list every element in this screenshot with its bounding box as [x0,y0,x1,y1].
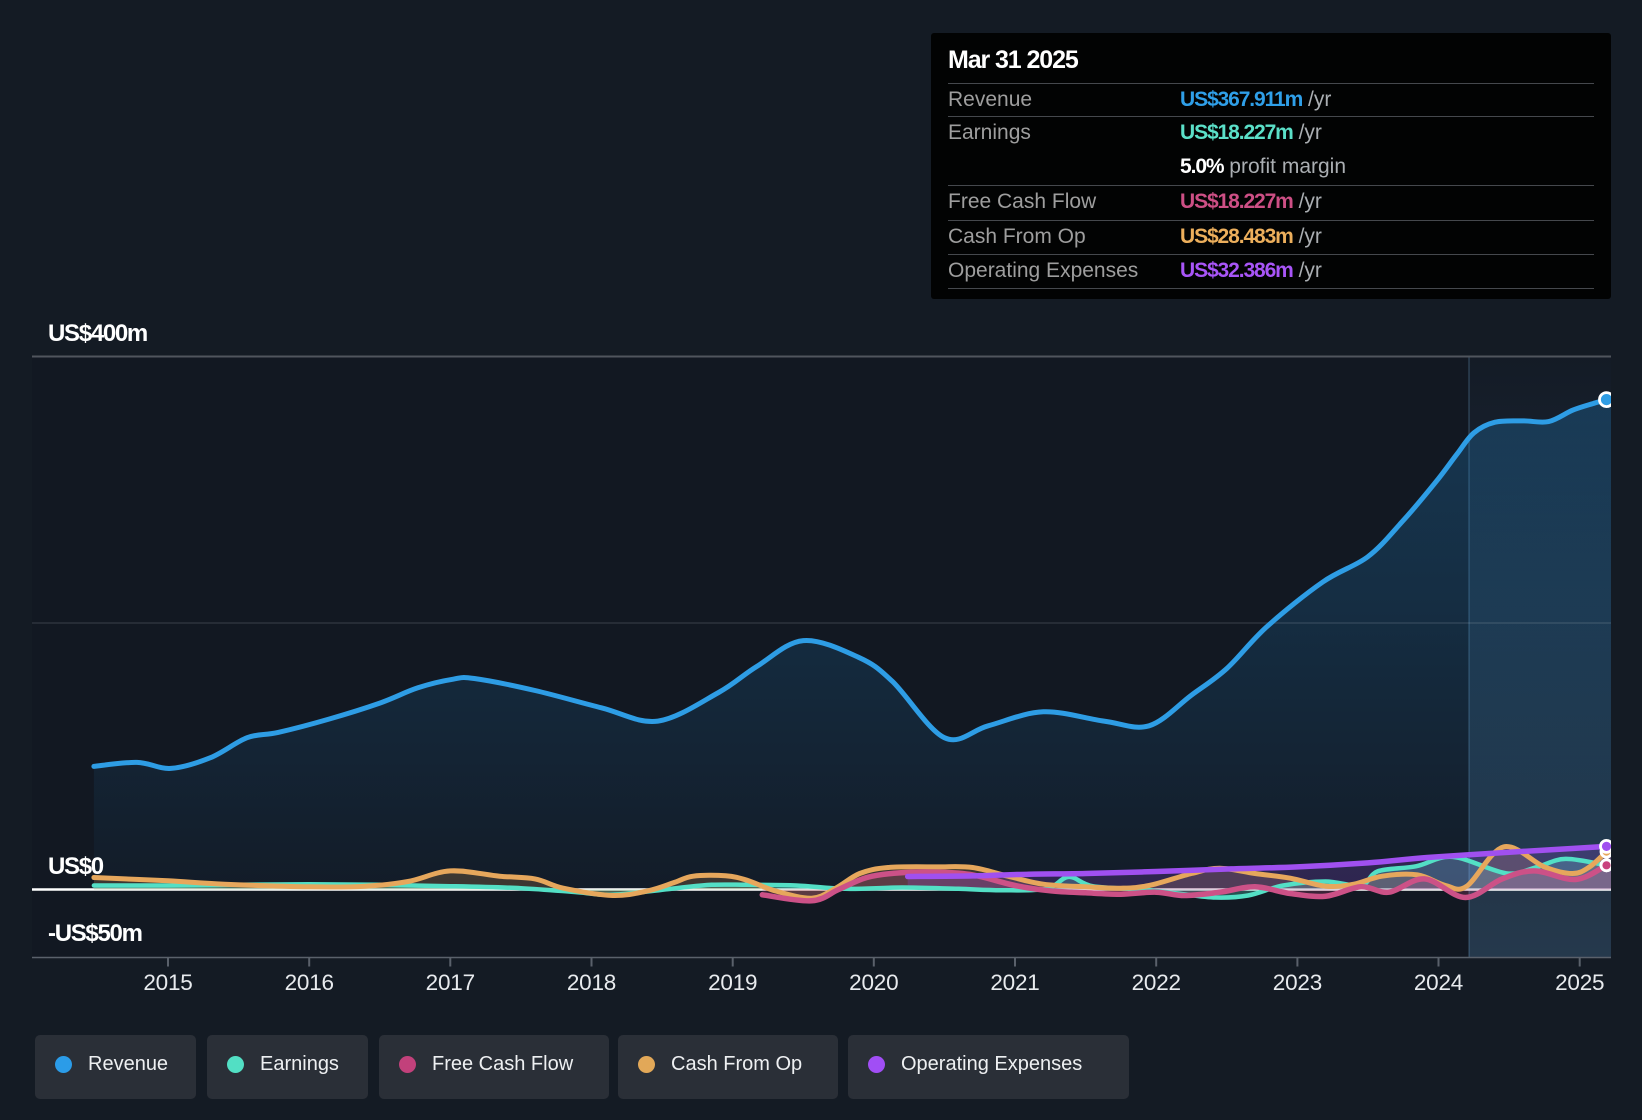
svg-text:2023: 2023 [1273,970,1322,995]
svg-text:2015: 2015 [143,970,192,995]
svg-text:2019: 2019 [708,970,757,995]
svg-text:US$0: US$0 [48,853,104,880]
svg-text:-US$50m: -US$50m [48,920,142,947]
svg-text:2022: 2022 [1132,970,1181,995]
svg-text:2024: 2024 [1414,970,1463,995]
svg-text:2020: 2020 [849,970,898,995]
svg-text:2025: 2025 [1555,970,1604,995]
svg-text:2017: 2017 [426,970,475,995]
svg-text:2016: 2016 [285,970,334,995]
svg-text:2018: 2018 [567,970,616,995]
svg-text:2021: 2021 [990,970,1039,995]
svg-text:US$400m: US$400m [48,320,147,347]
